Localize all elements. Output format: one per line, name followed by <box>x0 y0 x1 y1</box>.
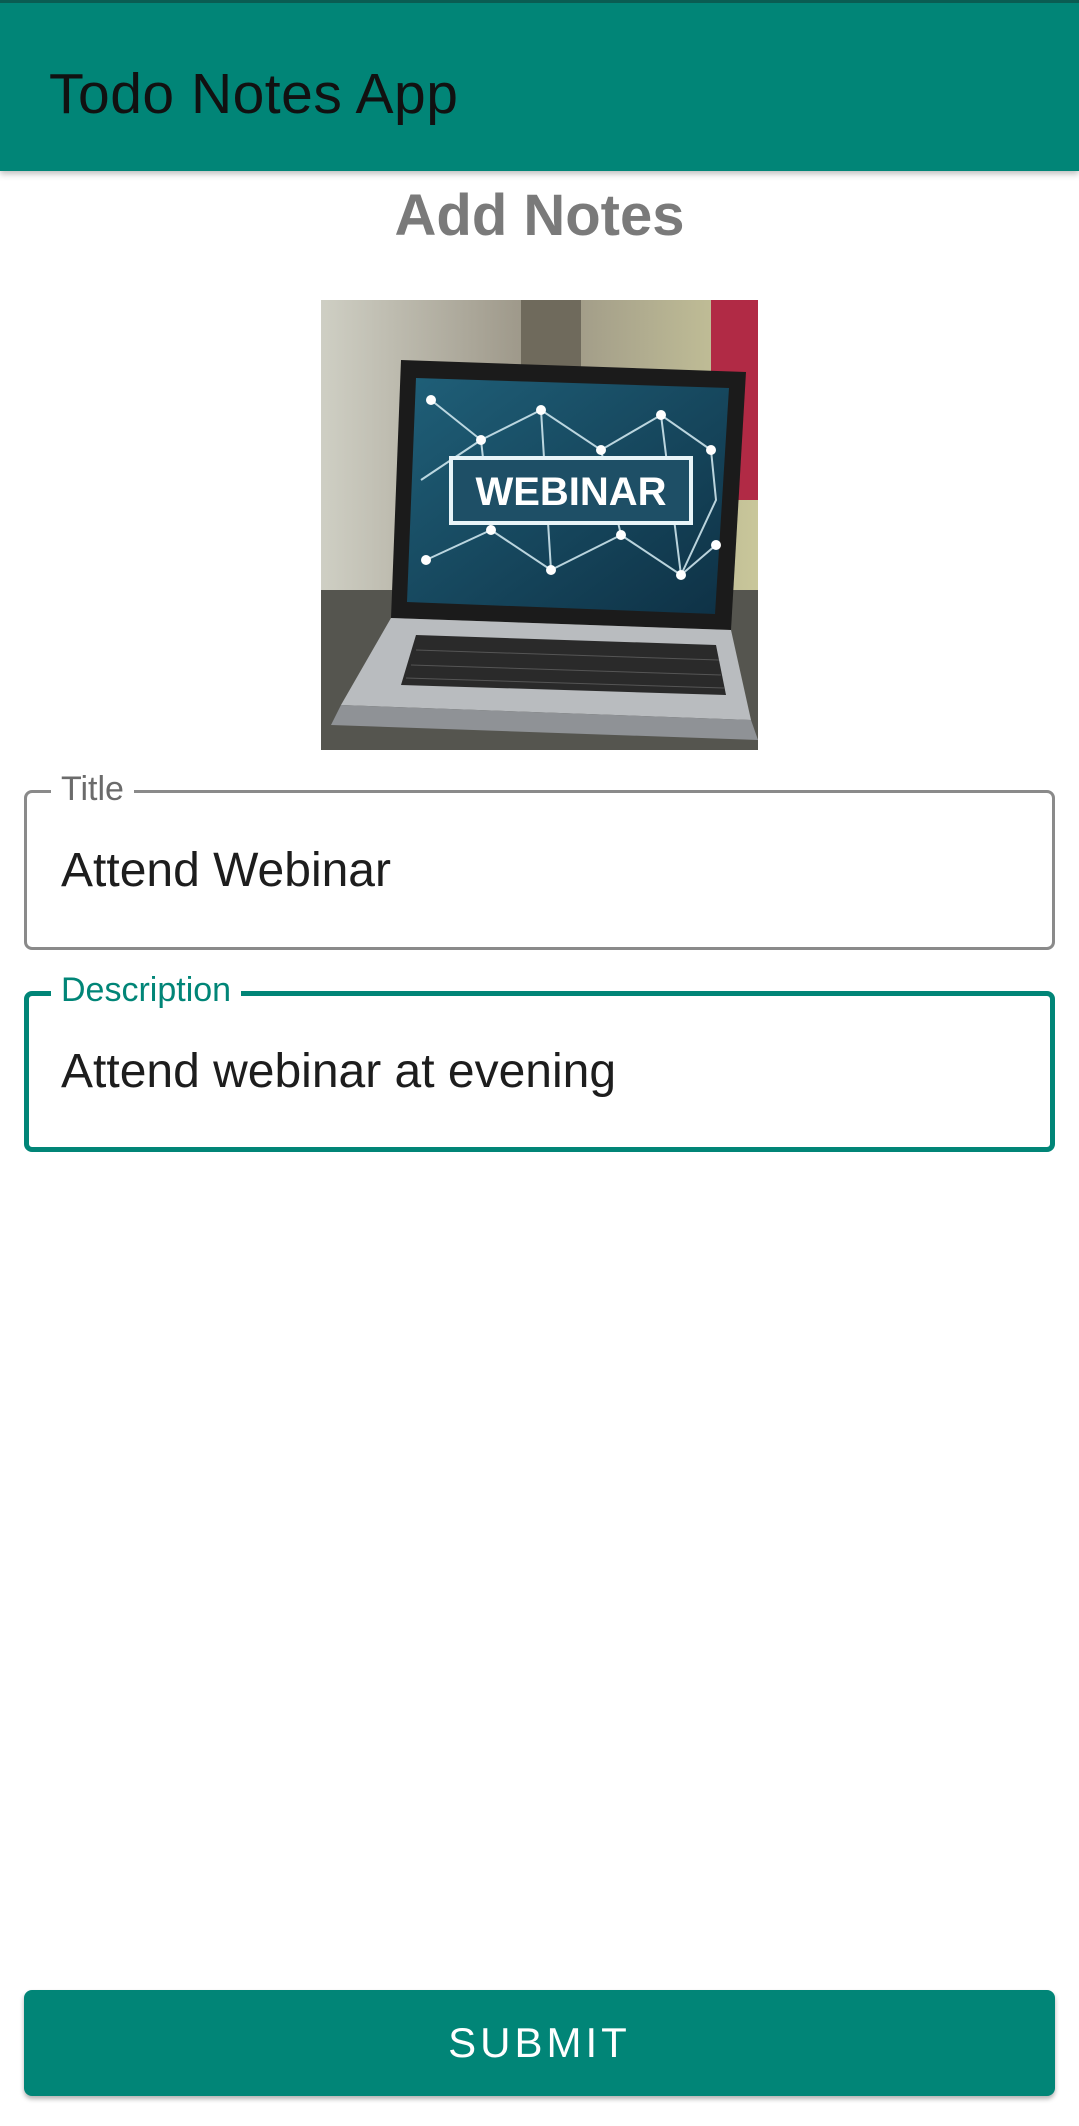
submit-button[interactable]: SUBMIT <box>24 1990 1055 2096</box>
description-field-label: Description <box>51 970 242 1010</box>
laptop-webinar-image: WEBINAR <box>321 300 758 750</box>
app-bar: Todo Notes App <box>0 0 1079 171</box>
description-field[interactable]: Description <box>24 970 1055 1152</box>
title-field-label: Title <box>51 769 134 809</box>
title-field[interactable]: Title <box>24 769 1055 950</box>
description-input[interactable] <box>61 1044 1011 1100</box>
title-input[interactable] <box>61 843 1011 899</box>
note-image: WEBINAR <box>321 300 758 750</box>
page-heading: Add Notes <box>394 183 685 248</box>
app-title: Todo Notes App <box>49 62 459 126</box>
webinar-screen-text: WEBINAR <box>475 470 666 514</box>
